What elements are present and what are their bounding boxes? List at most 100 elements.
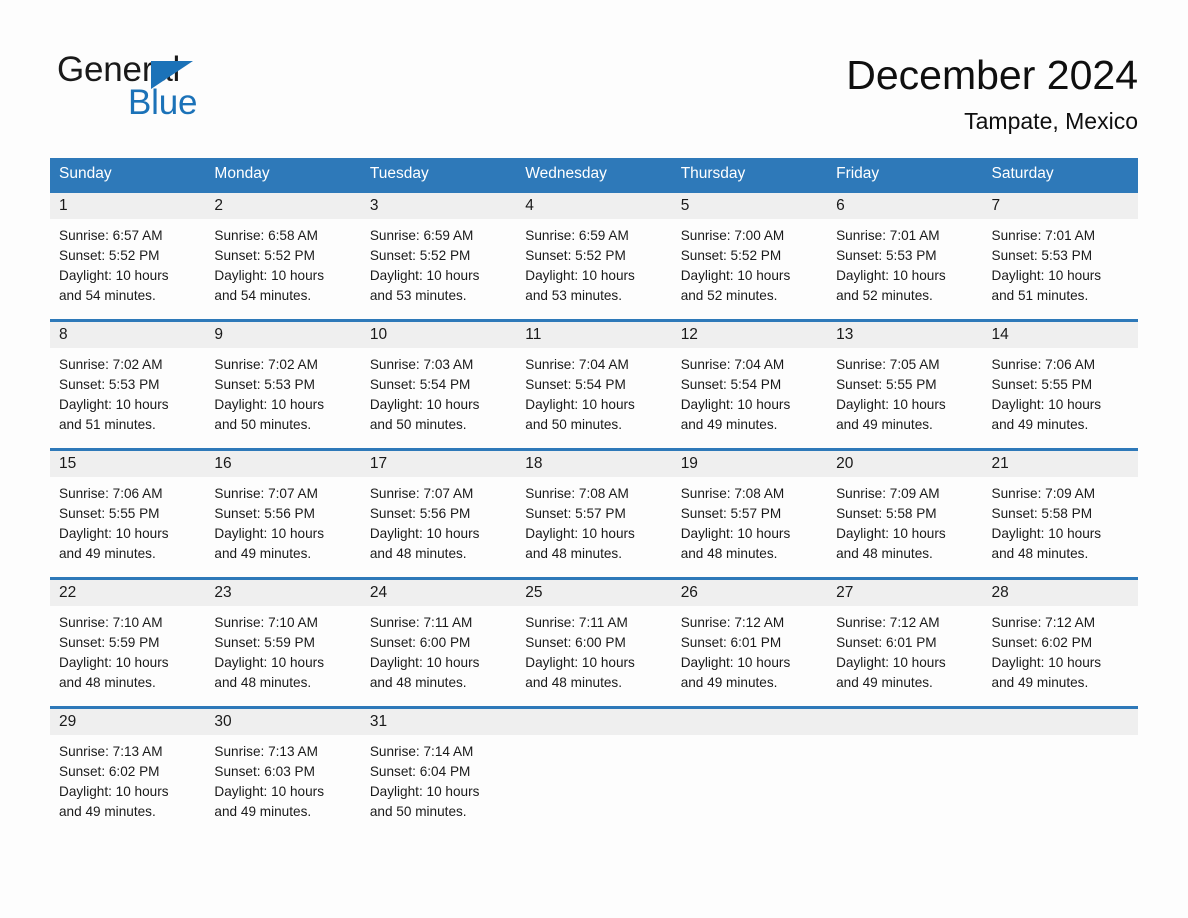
calendar-cell-day[interactable]: 8 Sunrise: 7:02 AM Sunset: 5:53 PM Daylight… [50,319,206,448]
calendar-cell-day[interactable]: 24 Sunrise: 7:11 AM Sunset: 6:00 PM Dayligh… [360,577,517,706]
daylight-text-line1: Daylight: 10 hours [525,268,635,283]
sunset-text: Sunset: 5:52 PM [369,248,471,263]
day-cell: 29 Sunrise: 7:13 AM Sunset: 6:02 PM Dayligh… [50,706,206,835]
sunrise-text: Sunrise: 7:06 AM [59,486,163,501]
weekday-header-monday: Monday [205,158,361,190]
calendar-cell-day[interactable]: 31 Sunrise: 7:14 AM Sunset: 6:04 PM Dayligh… [360,706,517,835]
day-cell: 31 Sunrise: 7:14 AM Sunset: 6:04 PM Dayligh… [360,706,517,835]
sunrise-text: Sunrise: 7:05 AM [836,357,940,372]
sunrise-text: Sunrise: 7:12 AM [991,615,1096,630]
daylight-text-line2: and 50 minutes. [369,417,467,432]
calendar-cell-day[interactable]: 25 Sunrise: 7:11 AM Sunset: 6:00 PM Dayligh… [516,577,672,706]
day-cell: 17 Sunrise: 7:07 AM Sunset: 5:56 PM Dayligh… [360,448,517,577]
calendar-cell-day[interactable]: 15 Sunrise: 7:06 AM Sunset: 5:55 PM Dayligh… [50,448,206,577]
sunset-text: Sunset: 6:01 PM [836,635,937,650]
sunset-text: Sunset: 6:02 PM [59,764,160,779]
sunset-text: Sunset: 5:54 PM [369,377,471,392]
day-number: 26 [671,580,828,606]
calendar-cell-day[interactable]: 30 Sunrise: 7:13 AM Sunset: 6:03 PM Dayligh… [205,706,361,835]
day-cell: 13 Sunrise: 7:05 AM Sunset: 5:55 PM Dayligh… [827,319,983,448]
day-details: Sunrise: 7:05 AM Sunset: 5:55 PM Daylight:… [827,348,982,435]
day-details: Sunrise: 7:10 AM Sunset: 5:59 PM Daylight:… [50,606,205,693]
calendar-cell-day[interactable]: 19 Sunrise: 7:08 AM Sunset: 5:57 PM Dayligh… [671,448,828,577]
calendar-cell-day[interactable]: 7 Sunrise: 7:01 AM Sunset: 5:53 PM Daylight… [982,190,1138,319]
day-cell: 11 Sunrise: 7:04 AM Sunset: 5:54 PM Dayligh… [516,319,672,448]
day-details: Sunrise: 6:59 AM Sunset: 5:52 PM Daylight:… [361,219,516,306]
calendar-cell-day[interactable]: 10 Sunrise: 7:03 AM Sunset: 5:54 PM Dayligh… [360,319,517,448]
day-details: Sunrise: 7:14 AM Sunset: 6:04 PM Daylight:… [361,735,516,822]
sunset-text: Sunset: 5:54 PM [680,377,782,392]
day-number [516,709,672,735]
sunrise-text: Sunrise: 7:11 AM [369,615,473,630]
calendar-cell-day[interactable]: 20 Sunrise: 7:09 AM Sunset: 5:58 PM Dayligh… [827,448,983,577]
day-cell: 26 Sunrise: 7:12 AM Sunset: 6:01 PM Dayligh… [671,577,828,706]
daylight-text-line1: Daylight: 10 hours [836,526,946,541]
daylight-text-line1: Daylight: 10 hours [214,655,324,670]
day-details: Sunrise: 7:08 AM Sunset: 5:57 PM Daylight:… [672,477,827,564]
day-details: Sunrise: 7:11 AM Sunset: 6:00 PM Daylight:… [516,606,671,693]
day-details: Sunrise: 7:04 AM Sunset: 5:54 PM Daylight:… [672,348,827,435]
daylight-text-line1: Daylight: 10 hours [59,397,169,412]
calendar-cell-day[interactable]: 11 Sunrise: 7:04 AM Sunset: 5:54 PM Dayligh… [516,319,672,448]
day-number: 31 [360,709,517,735]
calendar-cell-day[interactable]: 18 Sunrise: 7:08 AM Sunset: 5:57 PM Dayligh… [516,448,672,577]
day-cell [671,706,828,835]
calendar-cell-day[interactable]: 17 Sunrise: 7:07 AM Sunset: 5:56 PM Dayligh… [360,448,517,577]
daylight-text-line1: Daylight: 10 hours [214,397,324,412]
calendar-cell-day[interactable]: 16 Sunrise: 7:07 AM Sunset: 5:56 PM Dayligh… [205,448,361,577]
sunrise-text: Sunrise: 7:12 AM [836,615,940,630]
sunrise-text: Sunrise: 7:12 AM [680,615,785,630]
calendar-cell-day[interactable]: 9 Sunrise: 7:02 AM Sunset: 5:53 PM Daylight… [205,319,361,448]
sunrise-text: Sunrise: 7:07 AM [214,486,318,501]
calendar-cell-day[interactable]: 21 Sunrise: 7:09 AM Sunset: 5:58 PM Dayligh… [982,448,1138,577]
calendar-cell-day[interactable]: 1 Sunrise: 6:57 AM Sunset: 5:52 PM Daylight… [50,190,206,319]
sunset-text: Sunset: 6:00 PM [525,635,626,650]
calendar-cell-day[interactable]: 13 Sunrise: 7:05 AM Sunset: 5:55 PM Dayligh… [827,319,983,448]
calendar-cell-day[interactable]: 27 Sunrise: 7:12 AM Sunset: 6:01 PM Dayligh… [827,577,983,706]
sunset-text: Sunset: 5:57 PM [525,506,626,521]
day-cell [827,706,983,835]
day-details: Sunrise: 7:12 AM Sunset: 6:02 PM Daylight:… [983,606,1138,693]
day-details: Sunrise: 7:12 AM Sunset: 6:01 PM Daylight:… [827,606,982,693]
calendar-cell-day[interactable]: 4 Sunrise: 6:59 AM Sunset: 5:52 PM Daylight… [516,190,672,319]
daylight-text-line2: and 48 minutes. [214,675,312,690]
calendar-cell-day[interactable]: 23 Sunrise: 7:10 AM Sunset: 5:59 PM Dayligh… [205,577,361,706]
day-cell: 7 Sunrise: 7:01 AM Sunset: 5:53 PM Daylight… [982,190,1138,319]
day-number: 29 [50,709,206,735]
day-details: Sunrise: 7:12 AM Sunset: 6:01 PM Daylight:… [672,606,827,693]
calendar-cell-empty [982,706,1138,835]
calendar-cell-day[interactable]: 26 Sunrise: 7:12 AM Sunset: 6:01 PM Dayligh… [671,577,828,706]
calendar-page: General Blue December 2024 Tampate, Mexi… [0,0,1188,918]
sunrise-text: Sunrise: 7:14 AM [369,744,474,759]
calendar-cell-day[interactable]: 12 Sunrise: 7:04 AM Sunset: 5:54 PM Dayligh… [671,319,828,448]
calendar-cell-day[interactable]: 5 Sunrise: 7:00 AM Sunset: 5:52 PM Daylight… [671,190,828,319]
daylight-text-line1: Daylight: 10 hours [369,784,480,799]
day-details: Sunrise: 6:58 AM Sunset: 5:52 PM Daylight:… [205,219,360,306]
day-number: 1 [50,193,206,219]
sunrise-text: Sunrise: 7:02 AM [59,357,163,372]
calendar-cell-day[interactable]: 29 Sunrise: 7:13 AM Sunset: 6:02 PM Dayligh… [50,706,206,835]
sunrise-text: Sunrise: 7:04 AM [680,357,785,372]
sunset-text: Sunset: 5:53 PM [836,248,937,263]
daylight-text-line1: Daylight: 10 hours [836,268,946,283]
sunrise-text: Sunrise: 6:59 AM [525,228,629,243]
sunrise-text: Sunrise: 7:00 AM [680,228,785,243]
daylight-text-line1: Daylight: 10 hours [680,655,791,670]
day-details: Sunrise: 7:02 AM Sunset: 5:53 PM Daylight:… [205,348,360,435]
sunrise-text: Sunrise: 7:09 AM [991,486,1096,501]
daylight-text-line1: Daylight: 10 hours [680,397,791,412]
sunrise-text: Sunrise: 7:08 AM [680,486,785,501]
calendar-cell-day[interactable]: 14 Sunrise: 7:06 AM Sunset: 5:55 PM Dayligh… [982,319,1138,448]
calendar-cell-day[interactable]: 2 Sunrise: 6:58 AM Sunset: 5:52 PM Daylight… [205,190,361,319]
calendar-cell-day[interactable]: 28 Sunrise: 7:12 AM Sunset: 6:02 PM Dayligh… [982,577,1138,706]
daylight-text-line1: Daylight: 10 hours [991,526,1102,541]
daylight-text-line2: and 48 minutes. [369,546,467,561]
page-header: General Blue December 2024 Tampate, Mexi… [0,0,1188,150]
day-details: Sunrise: 7:01 AM Sunset: 5:53 PM Daylight:… [827,219,982,306]
day-cell: 21 Sunrise: 7:09 AM Sunset: 5:58 PM Dayligh… [982,448,1138,577]
calendar-cell-day[interactable]: 22 Sunrise: 7:10 AM Sunset: 5:59 PM Dayligh… [50,577,206,706]
daylight-text-line2: and 49 minutes. [991,675,1089,690]
calendar-cell-day[interactable]: 6 Sunrise: 7:01 AM Sunset: 5:53 PM Daylight… [827,190,983,319]
day-number: 24 [360,580,517,606]
calendar-cell-day[interactable]: 3 Sunrise: 6:59 AM Sunset: 5:52 PM Daylight… [360,190,517,319]
